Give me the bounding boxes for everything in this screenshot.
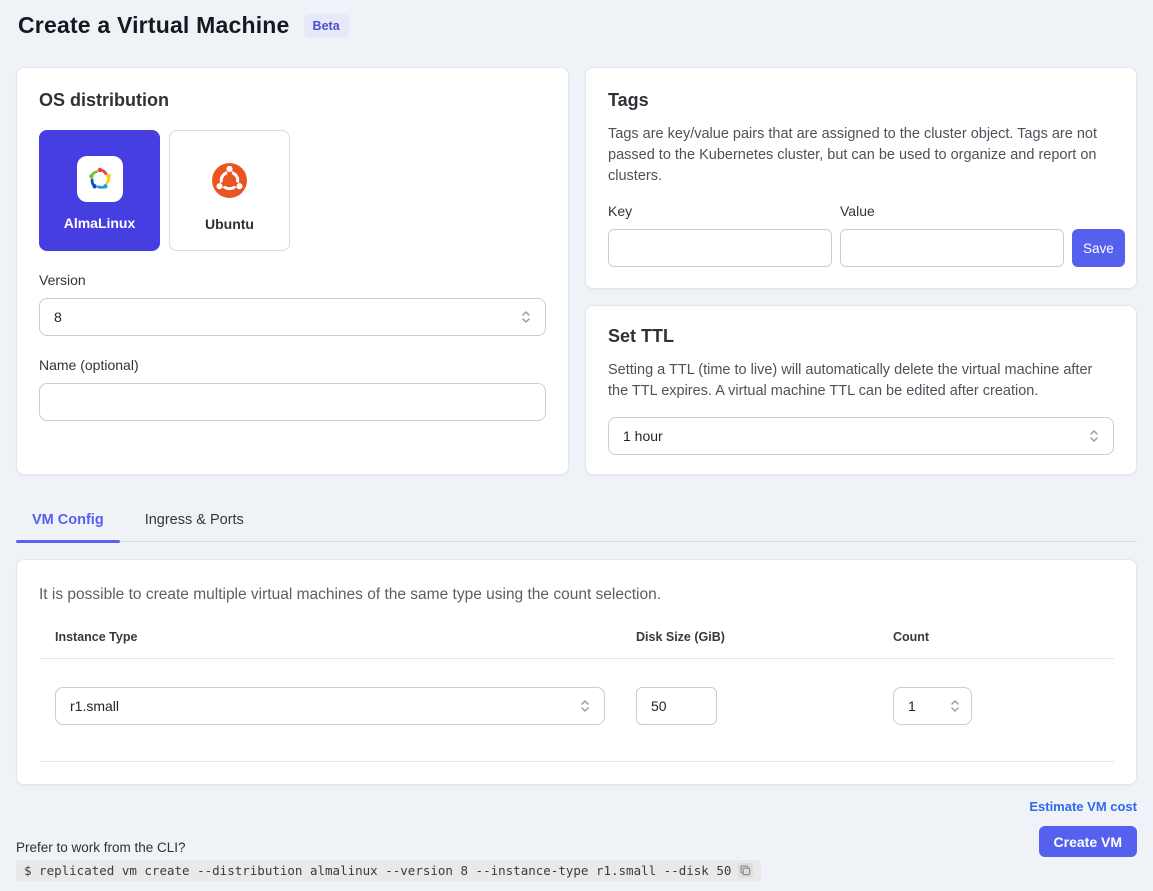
column-disk-size: Disk Size (GiB) xyxy=(620,630,877,658)
almalinux-logo-icon xyxy=(77,156,123,202)
count-cell: 1 xyxy=(877,659,1114,761)
tag-key-label: Key xyxy=(608,203,832,219)
name-label: Name (optional) xyxy=(39,357,546,373)
ubuntu-logo-icon xyxy=(207,157,253,203)
top-cards-row: OS distribution xyxy=(16,67,1137,475)
tags-form: Key Value Save xyxy=(608,203,1114,267)
tag-key-column: Key xyxy=(608,203,832,267)
name-input[interactable] xyxy=(39,383,546,421)
version-select-value: 8 xyxy=(54,309,62,325)
disk-size-input[interactable] xyxy=(636,687,717,725)
page-header: Create a Virtual Machine Beta xyxy=(16,12,1137,39)
os-card-title: OS distribution xyxy=(39,90,546,111)
right-cards-column: Tags Tags are key/value pairs that are a… xyxy=(585,67,1137,475)
os-tile-label-ubuntu: Ubuntu xyxy=(205,216,254,232)
cli-prompt-text: Prefer to work from the CLI? xyxy=(16,840,761,855)
beta-badge: Beta xyxy=(304,14,349,38)
estimate-vm-cost-link[interactable]: Estimate VM cost xyxy=(1029,799,1137,814)
column-instance-type: Instance Type xyxy=(39,630,620,658)
vm-config-card: It is possible to create multiple virtua… xyxy=(16,559,1137,785)
footer-actions: Estimate VM cost Create VM xyxy=(1029,799,1137,881)
page-title: Create a Virtual Machine xyxy=(18,12,290,39)
os-tile-almalinux[interactable]: AlmaLinux xyxy=(39,130,160,251)
cli-section: Prefer to work from the CLI? $ replicate… xyxy=(16,840,761,881)
os-tile-label-almalinux: AlmaLinux xyxy=(64,215,136,231)
version-select[interactable]: 8 xyxy=(39,298,546,336)
tab-vm-config[interactable]: VM Config xyxy=(16,502,120,541)
tab-bar: VM Config Ingress & Ports xyxy=(16,502,1137,542)
chevron-updown-icon xyxy=(521,309,531,325)
tag-value-label: Value xyxy=(840,203,1064,219)
save-tag-button[interactable]: Save xyxy=(1072,229,1125,267)
ttl-select[interactable]: 1 hour xyxy=(608,417,1114,455)
disk-size-cell xyxy=(620,659,877,761)
cli-command-text: $ replicated vm create --distribution al… xyxy=(24,863,731,878)
chevron-updown-icon xyxy=(580,698,590,714)
stepper-arrows-icon[interactable] xyxy=(950,698,960,714)
vm-config-intro: It is possible to create multiple virtua… xyxy=(39,586,1114,604)
set-ttl-card: Set TTL Setting a TTL (time to live) wil… xyxy=(585,305,1137,475)
tag-value-input[interactable] xyxy=(840,229,1064,267)
create-vm-page: Create a Virtual Machine Beta OS distrib… xyxy=(0,0,1153,881)
tab-ingress-ports[interactable]: Ingress & Ports xyxy=(129,502,260,541)
version-label: Version xyxy=(39,272,546,288)
chevron-updown-icon xyxy=(1089,428,1099,444)
os-distribution-card: OS distribution xyxy=(16,67,569,475)
copy-icon[interactable] xyxy=(738,863,753,878)
tags-card-description: Tags are key/value pairs that are assign… xyxy=(608,124,1114,187)
table-row: r1.small 1 xyxy=(39,659,1114,762)
instance-type-value: r1.small xyxy=(70,698,119,714)
tag-value-column: Value xyxy=(840,203,1064,267)
tags-card-title: Tags xyxy=(608,90,1114,111)
instance-type-select[interactable]: r1.small xyxy=(55,687,605,725)
tags-card: Tags Tags are key/value pairs that are a… xyxy=(585,67,1137,289)
ttl-card-title: Set TTL xyxy=(608,326,1114,347)
cli-command-block: $ replicated vm create --distribution al… xyxy=(16,860,761,881)
column-count: Count xyxy=(877,630,1114,658)
count-stepper[interactable]: 1 xyxy=(893,687,972,725)
instance-type-cell: r1.small xyxy=(39,659,620,761)
os-tile-list: AlmaLinux xyxy=(39,130,546,251)
tag-key-input[interactable] xyxy=(608,229,832,267)
page-footer: Prefer to work from the CLI? $ replicate… xyxy=(16,799,1137,881)
create-vm-button[interactable]: Create VM xyxy=(1039,826,1137,857)
instance-table-header: Instance Type Disk Size (GiB) Count xyxy=(39,630,1114,659)
count-value: 1 xyxy=(908,698,916,714)
instance-table: Instance Type Disk Size (GiB) Count r1.s… xyxy=(39,630,1114,762)
ttl-select-value: 1 hour xyxy=(623,428,663,444)
os-tile-ubuntu[interactable]: Ubuntu xyxy=(169,130,290,251)
ttl-card-description: Setting a TTL (time to live) will automa… xyxy=(608,360,1114,402)
